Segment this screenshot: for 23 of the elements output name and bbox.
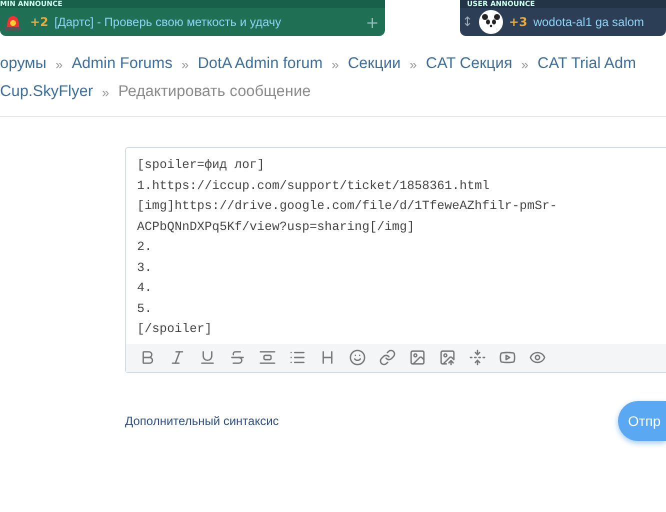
breadcrumb-separator: »	[102, 84, 110, 100]
breadcrumb-separator: »	[55, 56, 63, 72]
breadcrumb-link[interactable]: Cup.SkyFlyer	[0, 83, 94, 101]
breadcrumb-link[interactable]: CAT Секция	[426, 55, 512, 73]
current-page-title: Редактировать сообщение	[118, 83, 311, 101]
avatar	[478, 10, 503, 34]
announcement-link[interactable]: [Дартс] - Проверь свою меткость и удачу	[54, 15, 360, 29]
reputation-count: +2	[30, 15, 48, 29]
breadcrumb-link[interactable]: CAT Trial Adm	[538, 55, 636, 73]
expand-button[interactable]: +	[366, 12, 379, 32]
breadcrumb-link[interactable]: орумы	[0, 55, 46, 73]
message-field[interactable]: [spoiler=фид лог] 1.https://iccup.com/support/ticket/1858361.html [img]https://drive.google.com/file/d/1TfeweAZhfilr-pmSr- ACPbQNnDXPq5Kf/view?usp=sharing[/img] 2. 3. 4. 5. [/spoiler]	[126, 148, 666, 344]
breadcrumb-link[interactable]: DotA Admin forum	[198, 55, 323, 73]
breadcrumb-link[interactable]: Admin Forums	[72, 55, 172, 73]
syntax-link[interactable]: Дополнительный синтаксис	[125, 414, 279, 428]
breadcrumb-link[interactable]: Секции	[348, 55, 401, 73]
announcement-link[interactable]: wodota-al1 ga salom	[533, 15, 660, 29]
breadcrumb-separator: »	[181, 56, 189, 72]
drag-handle[interactable]: ↕	[462, 14, 473, 30]
breadcrumb-separator: »	[521, 56, 529, 72]
breadcrumb-separator: »	[410, 56, 417, 72]
reputation-count: +3	[508, 15, 528, 29]
breadcrumb-separator: »	[332, 56, 339, 72]
